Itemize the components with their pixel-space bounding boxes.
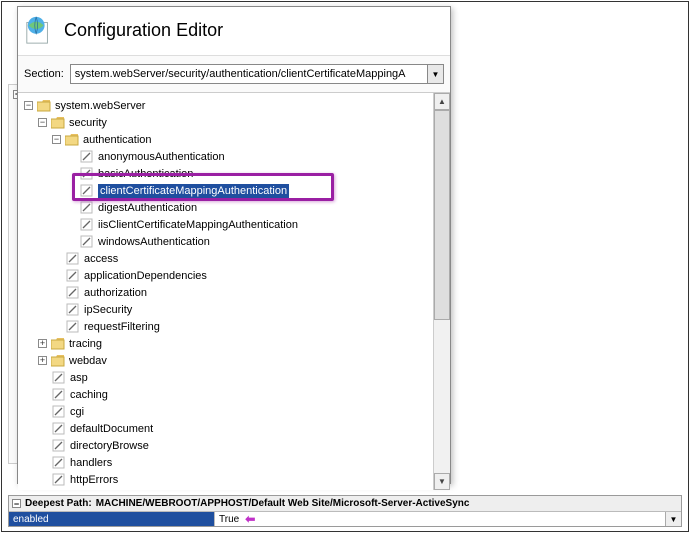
tree-item-label[interactable]: caching bbox=[70, 389, 108, 401]
expand-icon[interactable]: + bbox=[38, 339, 47, 348]
tree-item-label[interactable]: cgi bbox=[70, 406, 84, 418]
section-value: system.webServer/security/authentication… bbox=[71, 68, 427, 80]
tree-item-label[interactable]: authorization bbox=[84, 287, 147, 299]
chevron-down-icon[interactable]: ▼ bbox=[427, 65, 443, 83]
expand-icon[interactable]: + bbox=[38, 356, 47, 365]
config-item-icon bbox=[80, 150, 94, 163]
tree-item-label[interactable]: handlers bbox=[70, 457, 112, 469]
tree-item-label[interactable]: iisClientCertificateMappingAuthenticatio… bbox=[98, 219, 298, 231]
config-item-icon bbox=[66, 320, 80, 333]
collapse-icon[interactable]: − bbox=[24, 101, 33, 110]
config-item-icon bbox=[80, 218, 94, 231]
config-item-icon bbox=[52, 439, 66, 452]
vertical-scrollbar[interactable]: ▲ ▼ bbox=[433, 93, 450, 490]
collapse-icon[interactable]: − bbox=[12, 499, 21, 508]
tree-node-label: security bbox=[69, 117, 107, 129]
prop-name: enabled bbox=[13, 514, 49, 525]
tree-item-label[interactable]: basicAuthentication bbox=[98, 168, 193, 180]
tree-item-label[interactable]: httpErrors bbox=[70, 474, 118, 486]
config-item-icon bbox=[52, 422, 66, 435]
collapse-icon[interactable]: − bbox=[38, 118, 47, 127]
scroll-up-icon[interactable]: ▲ bbox=[434, 93, 450, 110]
globe-page-icon bbox=[24, 15, 54, 45]
folder-icon bbox=[65, 133, 79, 146]
scroll-track[interactable] bbox=[434, 110, 450, 473]
folder-icon bbox=[51, 337, 65, 350]
tree-node-label: authentication bbox=[83, 134, 152, 146]
scroll-down-icon[interactable]: ▼ bbox=[434, 473, 450, 490]
tree-item-selected[interactable]: clientCertificateMappingAuthentication bbox=[98, 184, 289, 198]
tree-node-label: system.webServer bbox=[55, 100, 145, 112]
config-item-icon bbox=[52, 405, 66, 418]
config-item-icon bbox=[66, 252, 80, 265]
config-editor-popup: Configuration Editor Section: system.web… bbox=[17, 6, 451, 484]
tree-item-label[interactable]: asp bbox=[70, 372, 88, 384]
section-tree[interactable]: − system.webServer − security − authenti… bbox=[18, 93, 433, 490]
prop-header-key: Deepest Path: bbox=[25, 498, 92, 509]
config-item-icon bbox=[66, 303, 80, 316]
tree-item-label[interactable]: anonymousAuthentication bbox=[98, 151, 225, 163]
config-item-icon bbox=[80, 167, 94, 180]
tree-item-label[interactable]: directoryBrowse bbox=[70, 440, 149, 452]
property-grid: − Deepest Path: MACHINE/WEBROOT/APPHOST/… bbox=[8, 495, 682, 527]
prop-header-value: MACHINE/WEBROOT/APPHOST/Default Web Site… bbox=[96, 498, 470, 509]
prop-value-cell[interactable]: True ⬅ ▼ bbox=[215, 512, 681, 526]
section-label: Section: bbox=[24, 68, 64, 80]
tree-item-label[interactable]: defaultDocument bbox=[70, 423, 153, 435]
folder-icon bbox=[37, 99, 51, 112]
scroll-thumb[interactable] bbox=[434, 110, 450, 320]
collapse-icon[interactable]: − bbox=[52, 135, 61, 144]
tree-item-label[interactable]: access bbox=[84, 253, 118, 265]
tree-item-label[interactable]: requestFiltering bbox=[84, 321, 160, 333]
page-title: Configuration Editor bbox=[64, 20, 223, 41]
tree-node-label[interactable]: tracing bbox=[69, 338, 102, 350]
config-item-icon bbox=[66, 269, 80, 282]
config-item-icon bbox=[80, 235, 94, 248]
config-item-icon bbox=[52, 388, 66, 401]
tree-node-label[interactable]: webdav bbox=[69, 355, 107, 367]
section-combobox[interactable]: system.webServer/security/authentication… bbox=[70, 64, 444, 84]
config-item-icon bbox=[80, 184, 94, 197]
chevron-down-icon[interactable]: ▼ bbox=[665, 512, 681, 526]
config-item-icon bbox=[52, 371, 66, 384]
config-item-icon bbox=[52, 456, 66, 469]
folder-icon bbox=[51, 354, 65, 367]
prop-value: True bbox=[219, 514, 239, 525]
tree-item-label[interactable]: digestAuthentication bbox=[98, 202, 197, 214]
tree-item-label[interactable]: windowsAuthentication bbox=[98, 236, 210, 248]
arrow-annotation-icon: ⬅ bbox=[245, 512, 255, 526]
config-item-icon bbox=[52, 473, 66, 486]
folder-icon bbox=[51, 116, 65, 129]
tree-item-label[interactable]: applicationDependencies bbox=[84, 270, 207, 282]
config-item-icon bbox=[80, 201, 94, 214]
tree-item-label[interactable]: ipSecurity bbox=[84, 304, 132, 316]
prop-name-cell[interactable]: enabled bbox=[9, 512, 215, 526]
config-item-icon bbox=[66, 286, 80, 299]
